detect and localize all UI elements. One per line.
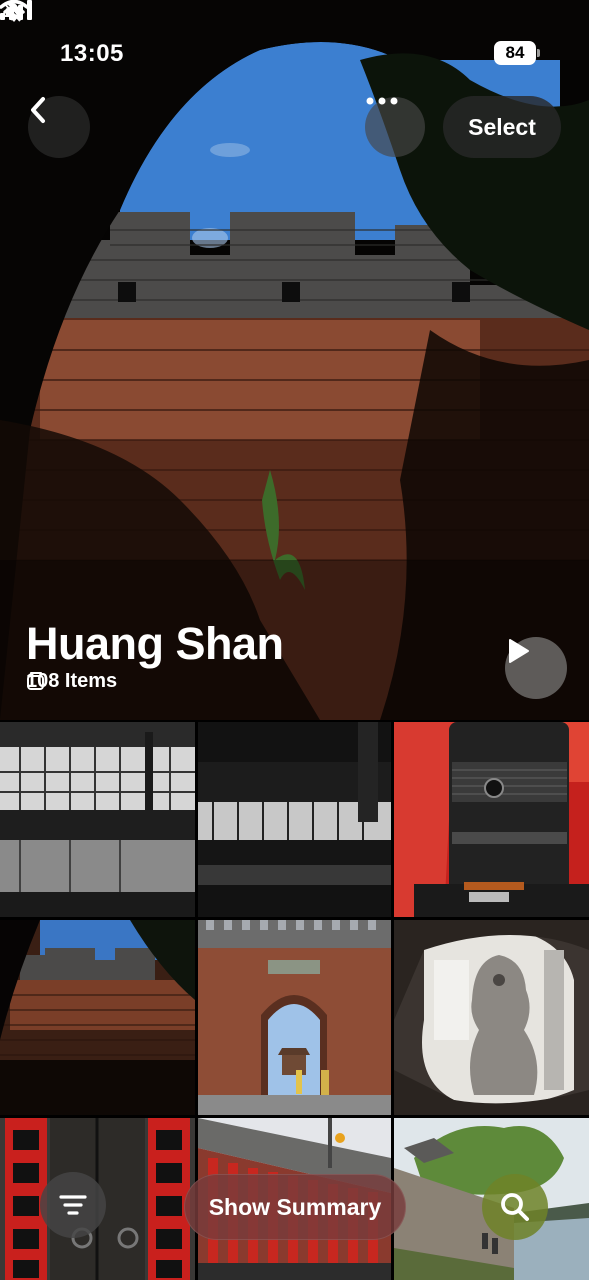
airport-terminal-photo — [0, 722, 195, 917]
play-button[interactable] — [505, 637, 567, 699]
battery-level: 84 — [494, 41, 536, 65]
status-time: 13:05 — [60, 40, 124, 67]
show-summary-button[interactable]: Show Summary — [184, 1174, 406, 1240]
search-icon — [501, 1193, 529, 1221]
city-wall-photo — [0, 920, 195, 1115]
photo-tile[interactable] — [198, 920, 391, 1115]
photo-tile[interactable] — [198, 722, 391, 917]
city-gate-photo — [198, 920, 391, 1115]
ellipsis-icon — [366, 97, 398, 105]
status-bar: 13:05 84 — [0, 0, 589, 100]
search-button[interactable] — [482, 1174, 548, 1240]
stack-icon — [27, 672, 44, 690]
photo-tile[interactable] — [394, 722, 589, 917]
play-icon — [509, 639, 529, 663]
more-button[interactable] — [365, 97, 425, 157]
item-count: 108 Items — [26, 670, 117, 693]
stone-lion-photo — [394, 920, 589, 1115]
airport-hall-photo — [198, 722, 391, 917]
select-button[interactable]: Select — [443, 96, 561, 158]
photo-tile[interactable] — [0, 722, 195, 917]
battery-icon: 84 — [494, 41, 540, 65]
chevron-left-icon — [31, 97, 45, 123]
filter-icon — [59, 1195, 87, 1215]
back-button[interactable] — [28, 96, 90, 158]
filter-button[interactable] — [40, 1172, 106, 1238]
album-cover: 13:05 84 Select Huang Shan 108 Items — [0, 0, 589, 720]
wifi-icon — [0, 0, 28, 22]
photo-tile[interactable] — [0, 920, 195, 1115]
sony-lens-photo — [394, 722, 589, 917]
album-title: Huang Shan — [26, 618, 284, 669]
photo-tile[interactable] — [394, 920, 589, 1115]
